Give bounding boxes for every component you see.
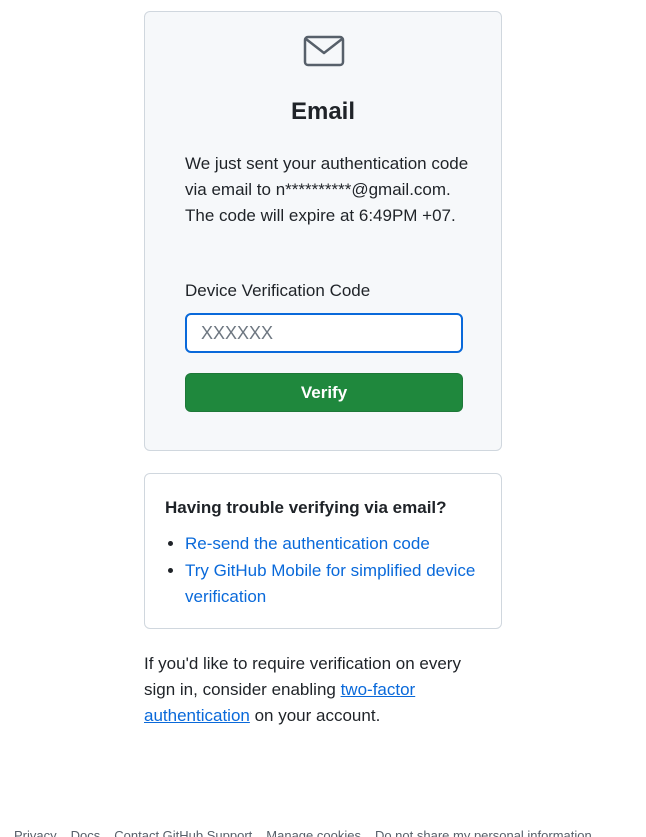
sent-code-message: We just sent your authentication code vi…	[185, 154, 469, 225]
github-mobile-link[interactable]: Try GitHub Mobile for simplified device …	[185, 561, 475, 606]
footer-link-contact[interactable]: Contact GitHub Support	[114, 828, 252, 837]
verify-button[interactable]: Verify	[185, 373, 463, 412]
verification-code-label: Device Verification Code	[185, 281, 371, 300]
footer-link-privacy-choices[interactable]: Do not share my personal information	[375, 828, 592, 837]
footer-link-cookies[interactable]: Manage cookies	[266, 828, 361, 837]
two-factor-note: If you'd like to require verification on…	[144, 651, 494, 729]
resend-code-link[interactable]: Re-send the authentication code	[185, 534, 430, 553]
two-factor-note-suffix: on your account.	[249, 706, 381, 725]
site-footer: Privacy Docs Contact GitHub Support Mana…	[14, 828, 646, 837]
verification-code-input[interactable]	[185, 313, 463, 353]
help-title: Having trouble verifying via email?	[165, 498, 447, 517]
list-item: Re-send the authentication code	[185, 531, 485, 557]
footer-link-privacy[interactable]: Privacy	[14, 828, 57, 837]
page-title: Email	[290, 98, 356, 125]
mail-icon	[303, 35, 345, 67]
footer-link-docs[interactable]: Docs	[71, 828, 101, 837]
verification-page: Email We just sent your authentication c…	[0, 0, 646, 837]
help-links-list: Re-send the authentication code Try GitH…	[165, 531, 485, 611]
list-item: Try GitHub Mobile for simplified device …	[185, 558, 485, 610]
